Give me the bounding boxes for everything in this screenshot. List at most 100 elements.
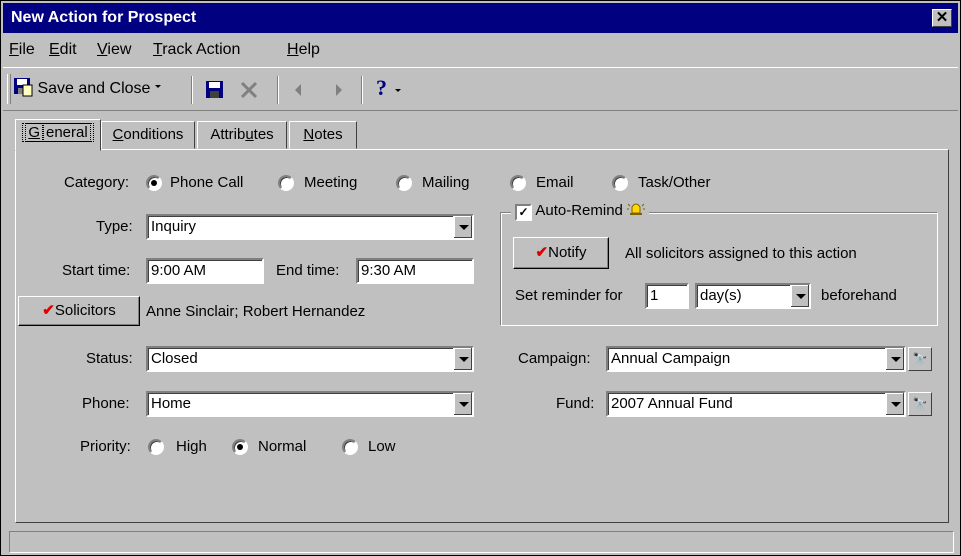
action-window: New Action for Prospect ✕ File Edit View… bbox=[0, 0, 961, 556]
category-phone-call-label: Phone Call bbox=[170, 174, 244, 191]
solicitors-button[interactable]: ✔Solicitors bbox=[18, 296, 140, 326]
fund-label: Fund: bbox=[556, 395, 595, 412]
bell-icon bbox=[627, 203, 646, 215]
start-time-input[interactable]: 9:00 AM bbox=[146, 258, 264, 284]
notify-button-label: Notify bbox=[548, 244, 587, 261]
category-task-other-label: Task/Other bbox=[638, 174, 711, 191]
status-bar bbox=[9, 531, 954, 553]
fund-search-button[interactable]: 🔭 bbox=[908, 392, 932, 416]
category-meeting-radio[interactable] bbox=[278, 175, 294, 191]
menu-edit[interactable]: Edit bbox=[49, 41, 77, 59]
menu-bar: File Edit View Track Action Help bbox=[3, 37, 958, 63]
priority-high-radio[interactable] bbox=[148, 439, 164, 455]
phone-label: Phone: bbox=[82, 395, 130, 412]
menu-track-action[interactable]: Track Action bbox=[153, 41, 240, 59]
solicitors-button-label: Solicitors bbox=[54, 302, 116, 319]
fund-value: 2007 Annual Fund bbox=[611, 395, 733, 412]
help-icon[interactable]: ? bbox=[375, 76, 389, 100]
end-time-input[interactable]: 9:30 AM bbox=[356, 258, 474, 284]
campaign-search-button[interactable]: 🔭 bbox=[908, 347, 932, 371]
auto-remind-checkbox[interactable]: ✓ bbox=[515, 204, 532, 221]
menu-help[interactable]: Help bbox=[287, 41, 320, 59]
type-select[interactable]: Inquiry bbox=[146, 214, 474, 240]
chevron-down-icon[interactable] bbox=[885, 348, 904, 370]
save-icon[interactable] bbox=[205, 80, 225, 100]
priority-low-radio[interactable] bbox=[342, 439, 358, 455]
toolbar-grip bbox=[7, 74, 11, 104]
category-task-other-radio[interactable] bbox=[612, 175, 628, 191]
menu-view[interactable]: View bbox=[97, 41, 131, 59]
campaign-label: Campaign: bbox=[518, 350, 591, 367]
end-time-label: End time: bbox=[276, 262, 340, 279]
category-mailing-radio[interactable] bbox=[396, 175, 412, 191]
solicitors-value: Anne Sinclair; Robert Hernandez bbox=[146, 303, 366, 320]
reminder-unit-select[interactable]: day(s) bbox=[695, 283, 811, 309]
fund-select[interactable]: 2007 Annual Fund bbox=[606, 391, 906, 417]
binoculars-icon: 🔭 bbox=[912, 397, 928, 411]
priority-low-label: Low bbox=[368, 438, 396, 455]
tab-general[interactable]: General bbox=[15, 119, 101, 151]
save-close-label: Save and Close bbox=[37, 80, 151, 97]
category-phone-call-radio[interactable] bbox=[146, 175, 162, 191]
start-time-value: 9:00 AM bbox=[151, 262, 207, 279]
auto-remind-title: ✓ Auto-Remind bbox=[511, 201, 650, 221]
phone-select[interactable]: Home bbox=[146, 391, 474, 417]
menu-file[interactable]: File bbox=[9, 41, 35, 59]
window-title: New Action for Prospect bbox=[11, 9, 197, 26]
chevron-down-icon[interactable] bbox=[885, 393, 904, 415]
auto-remind-label[interactable]: Auto-Remind bbox=[535, 202, 623, 219]
tab-conditions[interactable]: Conditions bbox=[101, 121, 195, 149]
save-close-icon bbox=[14, 78, 33, 97]
notify-button[interactable]: ✔Notify bbox=[513, 237, 609, 269]
category-mailing-label: Mailing bbox=[422, 174, 470, 191]
category-email-radio[interactable] bbox=[510, 175, 526, 191]
priority-normal-radio[interactable] bbox=[232, 439, 248, 455]
status-select[interactable]: Closed bbox=[146, 346, 474, 372]
close-button[interactable]: ✕ bbox=[932, 9, 952, 27]
toolbar-separator bbox=[191, 76, 193, 104]
auto-remind-group: ✓ Auto-Remind ✔Notify All solicitors ass… bbox=[500, 201, 938, 326]
chevron-down-icon[interactable] bbox=[453, 348, 472, 370]
priority-high-label: High bbox=[176, 438, 207, 455]
general-panel: Category: Phone Call Meeting Mailing Ema… bbox=[15, 149, 949, 523]
status-label: Status: bbox=[86, 350, 133, 367]
chevron-down-icon[interactable] bbox=[453, 216, 472, 238]
delete-icon[interactable] bbox=[239, 80, 259, 100]
toolbar: Save and Close ? bbox=[3, 67, 958, 111]
save-close-button[interactable]: Save and Close bbox=[13, 77, 163, 98]
type-value: Inquiry bbox=[151, 218, 197, 235]
reminder-value: 1 bbox=[650, 287, 659, 304]
title-bar: New Action for Prospect ✕ bbox=[3, 3, 958, 33]
priority-label: Priority: bbox=[80, 438, 131, 455]
set-reminder-label: Set reminder for bbox=[515, 287, 623, 304]
tab-notes[interactable]: Notes bbox=[289, 121, 357, 149]
status-value: Closed bbox=[151, 350, 198, 367]
reminder-value-input[interactable]: 1 bbox=[645, 283, 689, 309]
campaign-select[interactable]: Annual Campaign bbox=[606, 346, 906, 372]
binoculars-icon: 🔭 bbox=[912, 352, 928, 366]
phone-value: Home bbox=[151, 395, 192, 412]
priority-normal-label: Normal bbox=[258, 438, 307, 455]
toolbar-separator bbox=[277, 76, 279, 104]
chevron-down-icon[interactable] bbox=[790, 285, 809, 307]
chevron-down-icon[interactable] bbox=[453, 393, 472, 415]
type-label: Type: bbox=[96, 218, 133, 235]
notify-text: All solicitors assigned to this action bbox=[625, 245, 857, 262]
close-icon: ✕ bbox=[935, 9, 949, 26]
help-dropdown-arrow-icon[interactable] bbox=[395, 88, 403, 96]
start-time-label: Start time: bbox=[62, 262, 131, 279]
tab-attributes[interactable]: Attributes bbox=[197, 121, 287, 149]
check-icon: ✔ bbox=[42, 302, 55, 319]
svg-text:?: ? bbox=[376, 76, 387, 100]
campaign-value: Annual Campaign bbox=[611, 350, 731, 367]
end-time-value: 9:30 AM bbox=[361, 262, 417, 279]
toolbar-separator bbox=[361, 76, 363, 104]
category-label: Category: bbox=[64, 174, 130, 191]
reminder-unit-value: day(s) bbox=[700, 287, 742, 304]
next-icon[interactable] bbox=[333, 82, 345, 98]
category-email-label: Email bbox=[536, 174, 574, 191]
prev-icon[interactable] bbox=[293, 82, 305, 98]
beforehand-label: beforehand bbox=[821, 287, 897, 304]
dropdown-arrow-icon[interactable] bbox=[154, 83, 163, 91]
check-icon: ✔ bbox=[535, 244, 549, 261]
